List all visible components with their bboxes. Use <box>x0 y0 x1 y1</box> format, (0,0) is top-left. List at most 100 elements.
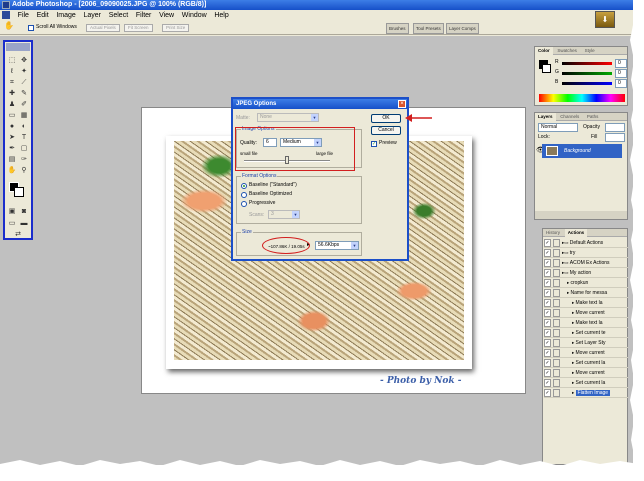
action-row[interactable]: ✓ ▸ Set Layer Sty <box>544 338 628 348</box>
preview-checkbox[interactable]: ✓ <box>371 141 377 147</box>
notes-tool-icon[interactable]: ▤ <box>7 155 17 164</box>
tab-swatches[interactable]: Swatches <box>554 47 580 55</box>
gradient-tool-icon[interactable]: ▦ <box>19 111 29 120</box>
folder-icon[interactable]: ▸▭ <box>562 270 570 275</box>
menu-select[interactable]: Select <box>106 10 131 21</box>
dialog-toggle-icon[interactable] <box>553 269 560 277</box>
action-row[interactable]: ✓ ▸ Move current <box>544 368 628 378</box>
type-tool-icon[interactable]: T <box>19 133 29 142</box>
magic-wand-tool-icon[interactable]: ✦ <box>19 67 29 76</box>
format-radio-progressive[interactable] <box>241 201 247 207</box>
dialog-toggle-icon[interactable] <box>553 329 560 337</box>
action-row[interactable]: ✓ ▸▭ try <box>544 248 628 258</box>
tab-color[interactable]: Color <box>535 47 553 55</box>
menu-image[interactable]: Image <box>53 10 78 21</box>
action-row[interactable]: ✓ ▸ Make text la <box>544 298 628 308</box>
action-row[interactable]: ✓ ▸ Move current <box>544 308 628 318</box>
tab-history[interactable]: History <box>543 229 563 237</box>
action-toggle-checkbox[interactable]: ✓ <box>544 249 551 257</box>
action-row[interactable]: ✓ ▸ Move current <box>544 348 628 358</box>
tab-channels[interactable]: Channels <box>557 113 582 121</box>
color-spectrum-ramp[interactable] <box>539 94 625 102</box>
print-size-button[interactable]: Print Size <box>162 24 190 32</box>
dialog-toggle-icon[interactable] <box>553 239 560 247</box>
menu-window[interactable]: Window <box>179 10 210 21</box>
dialog-toggle-icon[interactable] <box>553 379 560 387</box>
action-toggle-checkbox[interactable]: ✓ <box>544 389 551 397</box>
action-toggle-checkbox[interactable]: ✓ <box>544 359 551 367</box>
action-toggle-checkbox[interactable]: ✓ <box>544 259 551 267</box>
full-screen-mode-icon[interactable]: ▬ <box>19 219 29 228</box>
action-toggle-checkbox[interactable]: ✓ <box>544 339 551 347</box>
go-to-bridge-icon[interactable]: ⬇ <box>595 11 615 28</box>
action-toggle-checkbox[interactable]: ✓ <box>544 279 551 287</box>
action-toggle-checkbox[interactable]: ✓ <box>544 289 551 297</box>
background-color-swatch[interactable] <box>14 187 24 197</box>
dialog-toggle-icon[interactable] <box>553 299 560 307</box>
dodge-tool-icon[interactable]: ◐ <box>19 122 29 131</box>
action-toggle-checkbox[interactable]: ✓ <box>544 379 551 387</box>
channel-g-value[interactable]: 0 <box>615 69 627 78</box>
lasso-tool-icon[interactable]: ℓ <box>7 67 17 76</box>
action-toggle-checkbox[interactable]: ✓ <box>544 299 551 307</box>
scans-select[interactable]: 3 ▼ <box>268 210 300 219</box>
action-row[interactable]: ✓ ▸ Set current la <box>544 378 628 388</box>
channel-r-slider[interactable] <box>562 62 612 65</box>
slice-tool-icon[interactable]: ⟋ <box>19 78 29 87</box>
action-row[interactable]: ✓ ▸ Make text la <box>544 318 628 328</box>
ok-button[interactable]: OK <box>371 114 401 123</box>
folder-icon[interactable]: ▸▭ <box>562 250 570 255</box>
channel-b-value[interactable]: 0 <box>615 79 627 88</box>
eraser-tool-icon[interactable]: ▭ <box>7 111 17 120</box>
menu-file[interactable]: File <box>15 10 32 21</box>
palette-tab-tool-presets[interactable]: Tool Presets <box>413 23 444 34</box>
dialog-toggle-icon[interactable] <box>553 309 560 317</box>
dialog-toggle-icon[interactable] <box>553 319 560 327</box>
dialog-toggle-icon[interactable] <box>553 259 560 267</box>
dialog-toggle-icon[interactable] <box>553 359 560 367</box>
opacity-field[interactable] <box>605 123 625 132</box>
color-bg-swatch[interactable] <box>542 64 551 73</box>
zoom-tool-icon[interactable]: ⚲ <box>19 166 29 175</box>
action-toggle-checkbox[interactable]: ✓ <box>544 239 551 247</box>
screen-mode-icon[interactable]: ▭ <box>7 219 17 228</box>
tab-styles[interactable]: Style <box>582 47 598 55</box>
healing-brush-tool-icon[interactable]: ✚ <box>7 89 17 98</box>
jump-to-imageready-icon[interactable]: ⇄ <box>13 230 23 239</box>
action-row[interactable]: ✓ ▸▭ Default Actions <box>544 238 628 248</box>
history-brush-tool-icon[interactable]: ✐ <box>19 100 29 109</box>
fit-screen-button[interactable]: Fit Screen <box>124 24 153 32</box>
action-toggle-checkbox[interactable]: ✓ <box>544 309 551 317</box>
tab-paths[interactable]: Paths <box>584 113 602 121</box>
menu-layer[interactable]: Layer <box>81 10 105 21</box>
connection-speed-select[interactable]: 56.6Kbps ▼ <box>315 241 359 250</box>
cancel-button[interactable]: Cancel <box>371 126 401 135</box>
blend-mode-select[interactable]: Normal <box>538 123 578 132</box>
menu-filter[interactable]: Filter <box>133 10 155 21</box>
dialog-toggle-icon[interactable] <box>553 389 560 397</box>
palette-tab-brushes[interactable]: Brushes <box>386 23 409 34</box>
menu-help[interactable]: Help <box>211 10 231 21</box>
action-toggle-checkbox[interactable]: ✓ <box>544 269 551 277</box>
palette-tab-layer-comps[interactable]: Layer Comps <box>446 23 479 34</box>
move-tool-icon[interactable]: ✥ <box>19 56 29 65</box>
crop-tool-icon[interactable]: ⌗ <box>7 78 17 87</box>
channel-r-value[interactable]: 0 <box>615 59 627 68</box>
brush-tool-icon[interactable]: ✎ <box>19 89 29 98</box>
matte-select[interactable]: None ▼ <box>257 113 319 122</box>
scroll-all-windows-checkbox[interactable] <box>28 25 34 31</box>
path-selection-tool-icon[interactable]: ➤ <box>7 133 17 142</box>
blur-tool-icon[interactable]: ● <box>7 122 17 131</box>
expand-triangle-icon[interactable]: ▸ <box>572 390 576 395</box>
quick-mask-off-icon[interactable]: ▣ <box>7 207 17 216</box>
hand-tool-icon[interactable]: ✋ <box>4 22 14 30</box>
action-toggle-checkbox[interactable]: ✓ <box>544 369 551 377</box>
shape-tool-icon[interactable]: ▢ <box>19 144 29 153</box>
tab-actions[interactable]: Actions <box>564 229 588 237</box>
dialog-toggle-icon[interactable] <box>553 249 560 257</box>
tab-layers[interactable]: Layers <box>535 113 556 121</box>
dialog-toggle-icon[interactable] <box>553 339 560 347</box>
action-row[interactable]: ✓ ▸ Flatten Image <box>544 388 628 398</box>
action-row[interactable]: ✓ ▸ cropkun <box>544 278 628 288</box>
eyedropper-tool-icon[interactable]: ✑ <box>19 155 29 164</box>
